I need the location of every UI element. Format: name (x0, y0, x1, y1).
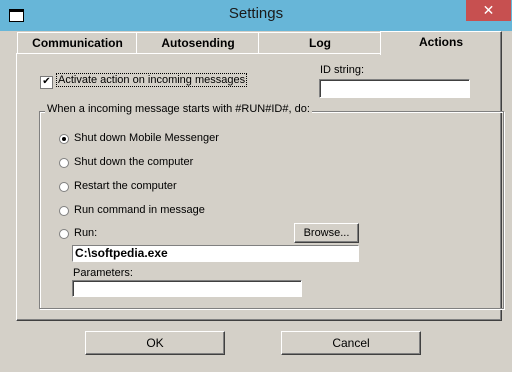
radio-run-command-in-message[interactable] (59, 206, 69, 216)
tab-label: Communication (32, 36, 123, 50)
radio-restart-computer[interactable] (59, 182, 69, 192)
id-string-label: ID string: (320, 64, 365, 76)
activate-checkbox-label: Activate action on incoming messages (55, 73, 248, 87)
dialog-body: Communication Autosending Log Actions ✔ … (7, 31, 505, 365)
close-button[interactable]: ✕ (466, 0, 511, 21)
radio-label: Run: (74, 227, 98, 239)
title-bar: Settings ✕ (0, 0, 512, 31)
id-string-input[interactable] (319, 79, 470, 98)
browse-button[interactable]: Browse... (294, 223, 359, 243)
window-title: Settings (228, 5, 284, 22)
ok-button[interactable]: OK (85, 331, 225, 355)
radio-shutdown-computer[interactable] (59, 158, 69, 168)
tab-communication[interactable]: Communication (17, 32, 138, 53)
tab-autosending[interactable]: Autosending (136, 32, 260, 53)
tab-label: Actions (418, 35, 463, 49)
radio-label: Run command in message (74, 204, 205, 216)
group-title: When a incoming message starts with #RUN… (45, 103, 312, 115)
tab-label: Autosending (161, 36, 235, 50)
radio-label: Shut down the computer (74, 156, 194, 168)
radio-label: Shut down Mobile Messenger (74, 132, 219, 144)
parameters-label: Parameters: (73, 267, 133, 279)
activate-checkbox[interactable]: ✔ (40, 76, 53, 89)
parameters-input[interactable] (72, 280, 302, 297)
radio-run[interactable] (59, 229, 69, 239)
cancel-button[interactable]: Cancel (281, 331, 421, 355)
tab-actions[interactable]: Actions (380, 31, 502, 55)
radio-shutdown-messenger[interactable] (59, 134, 69, 144)
tab-label: Log (309, 36, 331, 50)
tab-log[interactable]: Log (258, 32, 382, 53)
run-path-input[interactable]: C:\softpedia.exe (72, 245, 359, 262)
radio-label: Restart the computer (74, 180, 177, 192)
